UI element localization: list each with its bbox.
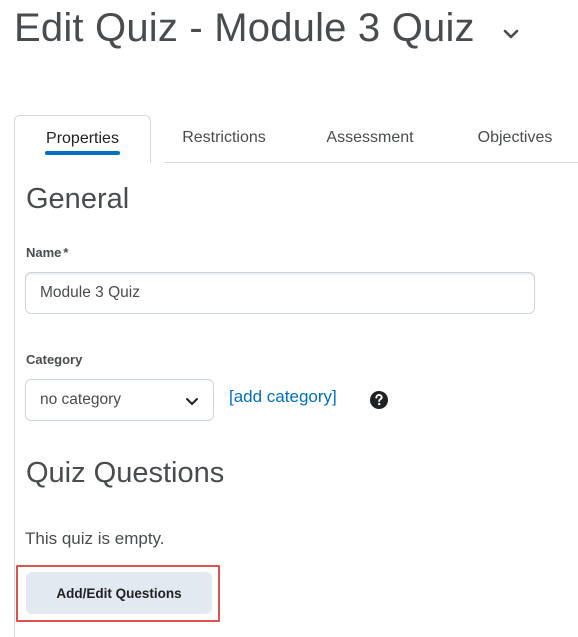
empty-quiz-message: This quiz is empty. [25,529,165,548]
tab-label: Properties [46,130,119,147]
name-label: Name * [26,245,68,260]
add-category-link[interactable]: [add category] [229,387,337,407]
tab-objectives[interactable]: Objectives [458,115,572,163]
quiz-questions-heading: Quiz Questions [26,457,225,489]
tab-label: Objectives [477,129,553,146]
category-label: Category [26,352,83,367]
active-tab-indicator [45,151,120,155]
page-title: Edit Quiz - Module 3 Quiz [14,6,475,50]
add-edit-questions-button[interactable]: Add/Edit Questions [26,572,212,614]
general-heading: General [26,183,130,215]
panel-border [14,162,15,637]
name-input[interactable] [25,272,535,314]
tab-label: Restrictions [182,129,266,146]
category-select[interactable]: no category [25,379,214,421]
tab-restrictions[interactable]: Restrictions [162,115,286,163]
category-selected-value: no category [40,391,121,408]
tab-assessment[interactable]: Assessment [310,115,430,163]
required-marker: * [63,245,69,260]
chevron-down-icon [185,394,199,408]
tab-label: Assessment [326,129,414,146]
question-circle-icon[interactable] [369,390,389,410]
tab-properties[interactable]: Properties [14,115,151,163]
name-label-text: Name [26,245,62,260]
chevron-down-icon[interactable] [500,24,522,44]
tab-list: Properties Restrictions Assessment Objec… [14,115,578,163]
